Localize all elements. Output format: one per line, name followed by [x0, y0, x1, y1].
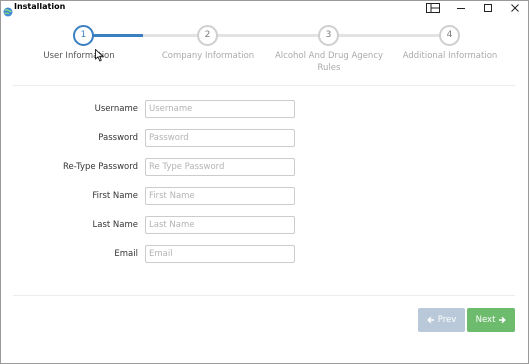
- title-bar: Installation: [1, 1, 529, 17]
- prev-button-label: Prev: [437, 315, 457, 325]
- username-input[interactable]: [145, 100, 295, 118]
- app-globe-icon: [3, 2, 13, 17]
- step-track-remaining: [143, 34, 449, 37]
- next-button[interactable]: Next: [467, 308, 515, 332]
- prev-button[interactable]: Prev: [418, 308, 465, 332]
- email-row: Email: [1, 245, 528, 265]
- username-label: Username: [94, 104, 138, 114]
- top-divider: [13, 85, 515, 86]
- password-label: Password: [98, 133, 138, 143]
- step-3-circle[interactable]: 3: [318, 25, 339, 46]
- password-row: Password: [1, 129, 528, 149]
- window-title: Installation: [14, 2, 66, 11]
- retype-password-row: Re-Type Password: [1, 158, 528, 178]
- step-1-label: User Information: [43, 51, 115, 61]
- maximize-icon: [484, 3, 492, 12]
- maximize-button[interactable]: [474, 1, 502, 14]
- step-4-circle[interactable]: 4: [439, 25, 460, 46]
- minimize-icon: [457, 7, 465, 9]
- layout-icon[interactable]: [419, 1, 447, 14]
- last-name-row: Last Name: [1, 216, 528, 236]
- retype-password-input[interactable]: [145, 158, 295, 176]
- bottom-divider: [13, 295, 515, 296]
- email-input[interactable]: [145, 245, 295, 263]
- last-name-input[interactable]: [145, 216, 295, 234]
- password-input[interactable]: [145, 129, 295, 147]
- email-label: Email: [114, 249, 138, 259]
- installation-window: Installation 1 2 3 4 User Information Co…: [0, 0, 529, 364]
- first-name-label: First Name: [92, 191, 138, 201]
- arrow-right-icon: [499, 316, 507, 324]
- first-name-row: First Name: [1, 187, 528, 207]
- retype-password-label: Re-Type Password: [63, 162, 138, 172]
- username-row: Username: [1, 100, 528, 120]
- minimize-button[interactable]: [447, 1, 475, 14]
- wizard-stepper: 1 2 3 4 User Information Company Informa…: [1, 15, 528, 81]
- step-2-label: Company Information: [161, 51, 255, 61]
- close-icon: [511, 3, 519, 12]
- close-button[interactable]: [501, 1, 529, 14]
- next-button-label: Next: [475, 315, 496, 325]
- arrow-left-icon: [426, 316, 434, 324]
- step-3-label: Alcohol And Drug Agency Rules: [274, 51, 384, 73]
- step-1-circle[interactable]: 1: [73, 25, 94, 46]
- step-2-circle[interactable]: 2: [197, 25, 218, 46]
- step-4-label: Additional Information: [402, 51, 498, 61]
- mouse-cursor-icon: [95, 47, 105, 66]
- first-name-input[interactable]: [145, 187, 295, 205]
- last-name-label: Last Name: [92, 220, 138, 230]
